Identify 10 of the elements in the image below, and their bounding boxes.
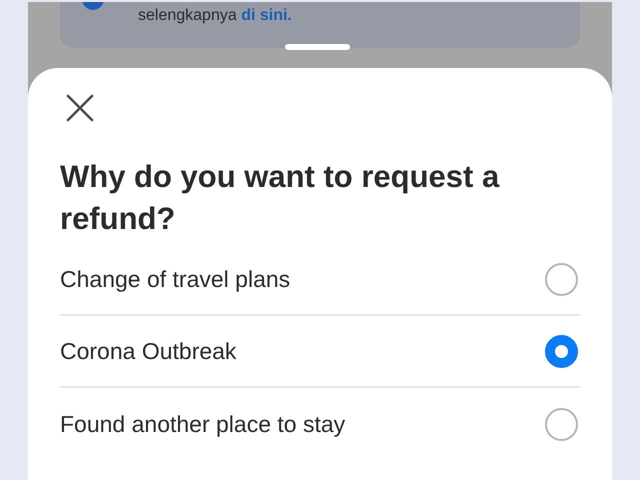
radio-button[interactable] <box>545 408 578 440</box>
refund-reason-option[interactable]: Corona Outbreak <box>60 316 580 388</box>
radio-button[interactable] <box>545 262 578 296</box>
refund-reason-option[interactable]: Found another place to stay <box>60 388 580 460</box>
sheet-title: Why do you want to request a refund? <box>60 158 500 238</box>
drag-handle[interactable] <box>285 44 350 50</box>
close-icon <box>65 93 95 123</box>
radio-button[interactable] <box>545 334 578 368</box>
refund-reason-option[interactable]: Change of travel plans <box>60 244 580 316</box>
info-text: selengkapnya di sini. <box>138 6 293 26</box>
